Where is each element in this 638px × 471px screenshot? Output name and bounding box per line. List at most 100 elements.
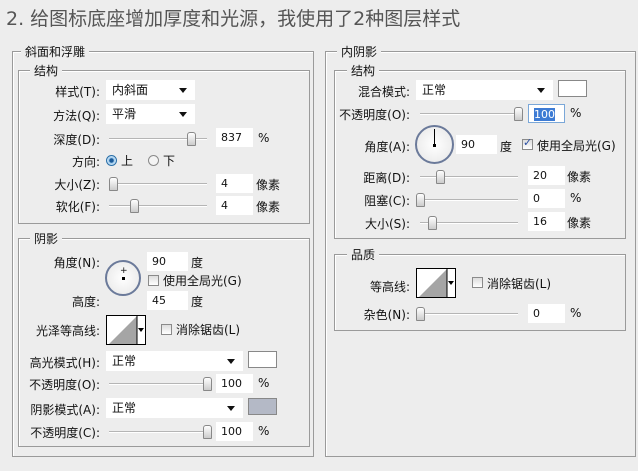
slider-thumb[interactable]: [416, 307, 425, 321]
dial-needle: [434, 129, 435, 145]
slider-thumb[interactable]: [108, 177, 118, 191]
slider-thumb[interactable]: [435, 170, 445, 184]
inner-size-unit: 像素: [567, 216, 592, 230]
size-input[interactable]: 4: [216, 174, 253, 193]
shadow-mode-dropdown[interactable]: 正常: [106, 398, 243, 418]
direction-up-radio[interactable]: [106, 155, 117, 166]
shadow-opacity-input[interactable]: 100: [216, 422, 253, 441]
shadow-opacity-slider[interactable]: [109, 425, 212, 439]
chevron-down-icon: [537, 88, 545, 93]
direction-down-label: 下: [163, 154, 176, 168]
altitude-input[interactable]: 45: [147, 291, 188, 310]
slider-thumb[interactable]: [514, 107, 523, 121]
dial-center: [122, 277, 125, 280]
global-light-checkbox[interactable]: [148, 275, 159, 286]
soften-unit: 像素: [256, 200, 281, 214]
noise-label: 杂色(N):: [363, 308, 410, 322]
inner-structure-legend: 结构: [347, 62, 380, 79]
inner-angle-label: 角度(A):: [364, 140, 410, 154]
chevron-down-icon: [448, 281, 454, 285]
opacity-label: 不透明度(O):: [339, 108, 410, 122]
highlight-mode-value: 正常: [112, 354, 137, 368]
gloss-contour-picker[interactable]: [106, 315, 146, 345]
highlight-color-swatch[interactable]: [248, 351, 277, 368]
blend-color-swatch[interactable]: [558, 80, 587, 97]
opacity-selected-text: 100: [534, 108, 555, 121]
inner-angle-input[interactable]: 90: [456, 135, 497, 154]
crosshair-icon: +: [120, 266, 128, 276]
opacity-input[interactable]: 100: [528, 104, 565, 123]
checkmark-icon: ✓: [523, 136, 533, 149]
blend-mode-dropdown[interactable]: 正常: [416, 80, 553, 100]
chevron-down-icon: [227, 406, 235, 411]
shading-legend: 阴影: [30, 230, 63, 247]
depth-label: 深度(D):: [53, 133, 100, 147]
chevron-down-icon: [227, 359, 235, 364]
choke-input[interactable]: 0: [528, 189, 565, 208]
bevel-emboss-legend: 斜面和浮雕: [21, 43, 90, 60]
page-title: 2. 给图标底座增加厚度和光源，我使用了2种图层样式: [6, 8, 461, 30]
chevron-down-icon: [179, 88, 187, 93]
noise-slider[interactable]: [416, 307, 518, 321]
highlight-mode-dropdown[interactable]: 正常: [106, 351, 243, 371]
highlight-opacity-input[interactable]: 100: [216, 374, 253, 393]
shadow-mode-label: 阴影模式(A):: [30, 403, 100, 417]
inner-size-slider[interactable]: [420, 216, 518, 230]
blend-mode-value: 正常: [422, 83, 447, 97]
inner-global-light-label: 使用全局光(G): [537, 139, 616, 153]
direction-down-radio[interactable]: [148, 155, 159, 166]
shading-angle-unit: 度: [191, 256, 204, 270]
contour-picker[interactable]: [416, 268, 456, 298]
antialias-label: 消除锯齿(L): [176, 323, 241, 337]
noise-unit: %: [570, 306, 582, 320]
chevron-down-icon: [138, 328, 144, 332]
slider-thumb[interactable]: [416, 193, 425, 207]
shadow-color-swatch[interactable]: [248, 398, 277, 415]
soften-label: 软化(F):: [55, 200, 100, 214]
quality-antialias-checkbox[interactable]: [472, 277, 483, 288]
inner-angle-dial[interactable]: [415, 125, 454, 164]
inner-global-light-checkbox[interactable]: ✓: [522, 136, 533, 150]
depth-input[interactable]: 837: [216, 128, 253, 147]
direction-up-label: 上: [121, 154, 134, 168]
shadow-opacity-label: 不透明度(C):: [30, 426, 100, 440]
chevron-down-icon: [179, 112, 187, 117]
soften-slider[interactable]: [109, 199, 207, 213]
slider-thumb[interactable]: [203, 377, 212, 391]
global-light-label: 使用全局光(G): [163, 274, 242, 288]
gloss-contour-label: 光泽等高线:: [35, 324, 100, 338]
antialias-checkbox[interactable]: [161, 324, 172, 335]
highlight-mode-label: 高光模式(H):: [29, 356, 100, 370]
highlight-opacity-unit: %: [258, 376, 270, 390]
slider-thumb[interactable]: [187, 132, 197, 146]
technique-dropdown[interactable]: 平滑: [106, 104, 195, 124]
depth-slider[interactable]: [109, 132, 207, 146]
angle-dial[interactable]: +: [105, 260, 141, 296]
altitude-label: 高度:: [71, 295, 100, 309]
noise-input[interactable]: 0: [528, 304, 565, 323]
contour-label: 等高线:: [369, 280, 410, 294]
style-dropdown[interactable]: 内斜面: [106, 80, 195, 100]
inner-size-input[interactable]: 16: [528, 212, 565, 231]
dial-center: [433, 144, 436, 147]
quality-antialias-label: 消除锯齿(L): [487, 277, 552, 291]
altitude-unit: 度: [191, 295, 204, 309]
shading-angle-input[interactable]: 90: [147, 252, 188, 271]
blend-mode-label: 混合模式:: [357, 85, 410, 99]
size-unit: 像素: [256, 178, 281, 192]
slider-thumb[interactable]: [203, 425, 212, 439]
distance-unit: 像素: [567, 170, 592, 184]
slider-thumb[interactable]: [427, 216, 437, 230]
choke-unit: %: [570, 191, 582, 205]
soften-input[interactable]: 4: [216, 196, 253, 215]
depth-unit: %: [258, 131, 270, 145]
slider-thumb[interactable]: [130, 199, 140, 213]
highlight-opacity-slider[interactable]: [109, 377, 212, 391]
distance-input[interactable]: 20: [528, 166, 565, 185]
shadow-mode-value: 正常: [112, 401, 137, 415]
size-slider[interactable]: [108, 177, 207, 191]
opacity-slider[interactable]: [420, 107, 523, 121]
distance-slider[interactable]: [420, 170, 518, 184]
choke-slider[interactable]: [416, 193, 518, 207]
opacity-unit: %: [570, 106, 582, 120]
